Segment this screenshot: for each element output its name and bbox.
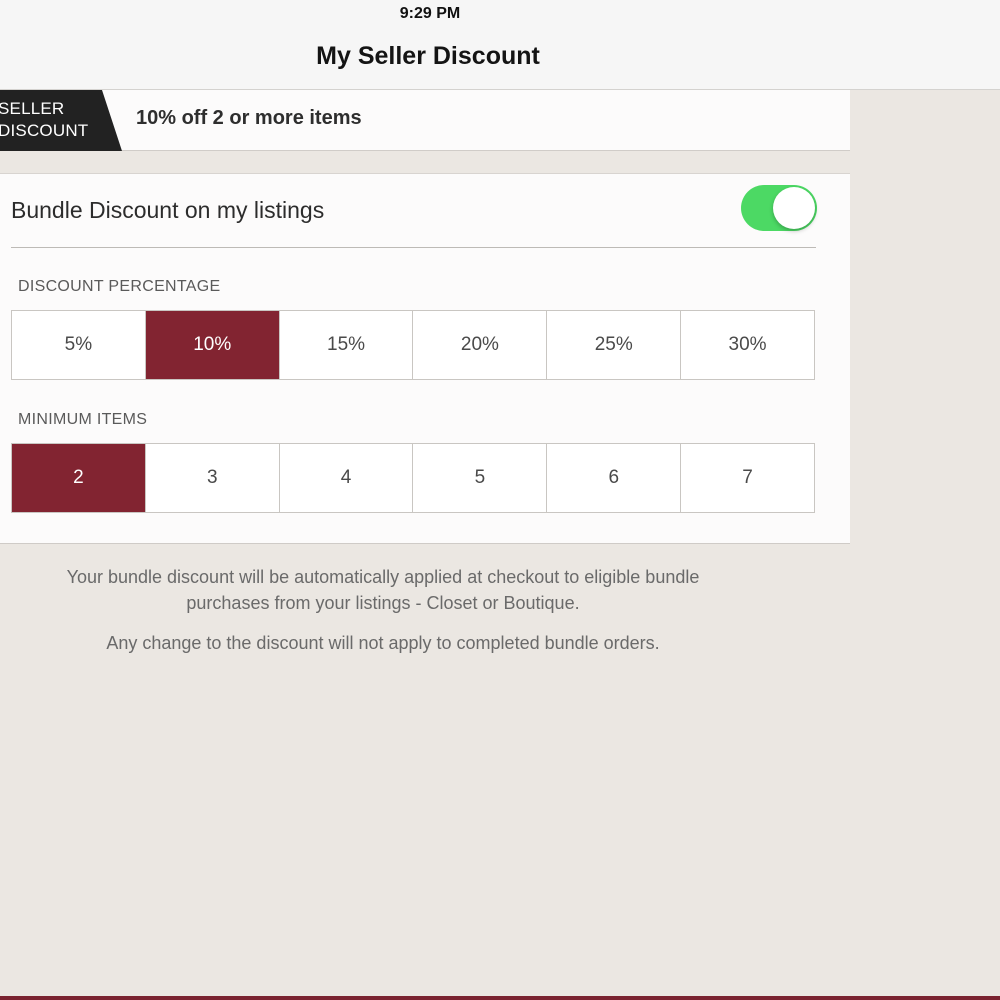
- divider: [11, 247, 816, 248]
- info-text-line1: Your bundle discount will be automatical…: [66, 567, 700, 587]
- min-items-option-5[interactable]: 5: [413, 444, 548, 512]
- status-time: 9:29 PM: [399, 5, 461, 22]
- bottom-accent-line: [0, 996, 1000, 1000]
- info-text-line3: Any change to the discount will not appl…: [106, 633, 660, 653]
- min-items-option-2[interactable]: 2: [12, 444, 146, 512]
- discount-option-20[interactable]: 20%: [413, 311, 548, 379]
- status-bar: 9:29 PM: [0, 0, 1000, 30]
- toggle-knob: [773, 187, 815, 229]
- navigation-bar: My Seller Discount: [0, 30, 1000, 90]
- seller-tag-line2: DISCOUNT: [0, 121, 89, 140]
- page-title: My Seller Discount: [316, 42, 540, 70]
- info-text-line2: purchases from your listings - Closet or…: [186, 593, 580, 613]
- discount-option-25[interactable]: 25%: [547, 311, 682, 379]
- min-items-option-7[interactable]: 7: [681, 444, 814, 512]
- seller-tag-line1: SELLER: [0, 99, 65, 118]
- seller-discount-tag: SELLER DISCOUNT: [0, 90, 122, 151]
- bundle-discount-toggle[interactable]: [741, 185, 817, 231]
- discount-percentage-selector: 5% 10% 15% 20% 25% 30%: [11, 310, 815, 380]
- discount-option-15[interactable]: 15%: [280, 311, 414, 379]
- min-items-option-6[interactable]: 6: [547, 444, 682, 512]
- minimum-items-selector: 2 3 4 5 6 7: [11, 443, 815, 513]
- discount-option-30[interactable]: 30%: [681, 311, 814, 379]
- discount-option-5[interactable]: 5%: [12, 311, 146, 379]
- bundle-settings-panel: Bundle Discount on my listings DISCOUNT …: [0, 173, 850, 544]
- min-items-option-3[interactable]: 3: [146, 444, 280, 512]
- discount-summary-text: 10% off 2 or more items: [136, 107, 362, 129]
- discount-summary: SELLER DISCOUNT 10% off 2 or more items: [0, 90, 850, 151]
- min-items-option-4[interactable]: 4: [280, 444, 414, 512]
- discount-option-10[interactable]: 10%: [145, 311, 280, 379]
- bundle-discount-label: Bundle Discount on my listings: [11, 197, 325, 223]
- minimum-items-label: MINIMUM ITEMS: [18, 411, 148, 428]
- discount-percentage-label: DISCOUNT PERCENTAGE: [18, 278, 221, 295]
